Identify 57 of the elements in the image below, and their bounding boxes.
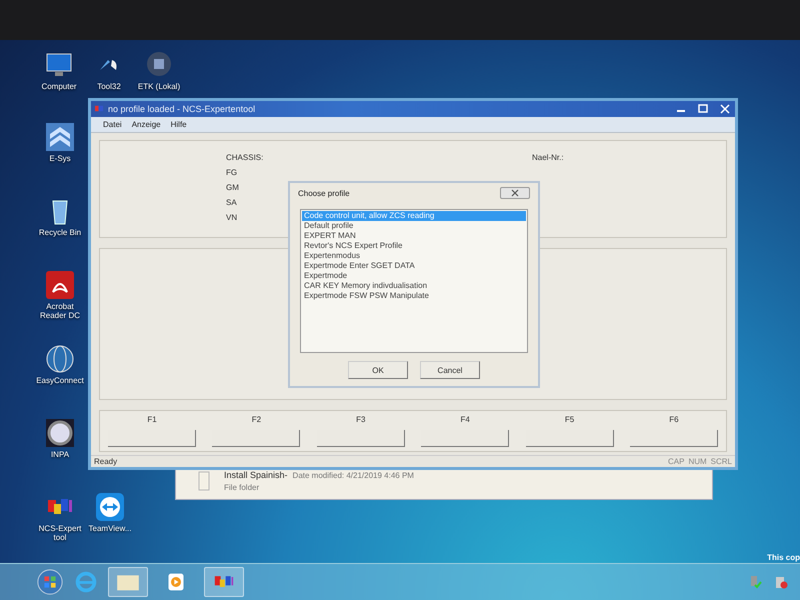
field-label: GM — [226, 182, 239, 192]
close-icon — [510, 189, 520, 197]
round-badge-icon[interactable] — [45, 418, 75, 448]
field-label: FG — [226, 168, 238, 177]
usb-check-icon[interactable] — [748, 575, 762, 589]
profile-item[interactable]: Expertmode Enter SGET DATA — [302, 261, 526, 271]
desktop-icon-label[interactable]: NCS-Expert tool — [36, 524, 84, 542]
dialog-title: Choose profile — [298, 188, 350, 198]
desktop-icon-label[interactable]: TeamView... — [88, 524, 132, 534]
profile-item[interactable]: Expertmode FSW PSW Manipulate — [302, 291, 526, 301]
double-arrow-app-icon[interactable] — [95, 492, 125, 522]
desktop-icon-label[interactable]: Tool32 — [97, 82, 121, 92]
profile-item[interactable]: Default profile — [302, 221, 526, 231]
function-key-label: F3 — [356, 414, 366, 424]
chevron-logo-icon[interactable] — [45, 122, 75, 152]
function-key-label: F4 — [460, 414, 470, 424]
profile-item[interactable]: Expertenmodus — [302, 251, 526, 261]
close-icon[interactable] — [719, 104, 731, 114]
pdf-app-icon[interactable] — [45, 270, 75, 300]
ok-button[interactable]: OK — [348, 361, 408, 379]
cancel-button[interactable]: Cancel — [420, 361, 480, 379]
function-key-label: F2 — [252, 414, 262, 424]
desktop-icon-label[interactable]: E-Sys — [49, 154, 71, 164]
desktop-notice: This cop — [767, 553, 800, 562]
menu-item[interactable]: Hilfe — [166, 120, 191, 129]
desktop-icon-label[interactable]: Computer — [41, 82, 77, 92]
desktop-icon-label[interactable]: EasyConnect — [36, 376, 84, 386]
profile-item[interactable]: EXPERT MAN — [302, 231, 526, 241]
date-modified: Date modified: 4/21/2019 4:46 PM — [292, 471, 414, 480]
desktop-icon-label[interactable]: ETK (Lokal) — [138, 82, 180, 92]
start-orb-icon[interactable] — [36, 568, 64, 596]
field-label: Nael-Nr.: — [532, 152, 564, 164]
profile-item[interactable]: CAR KEY Memory indivdualisation — [302, 281, 526, 291]
field-label: CHASSIS: — [226, 152, 264, 162]
maximize-icon[interactable] — [697, 104, 709, 114]
field-label: SA — [226, 198, 237, 207]
folder-type: File folder — [224, 483, 260, 492]
menu-item[interactable]: Datei — [99, 120, 126, 129]
key-indicator: CAP — [668, 456, 684, 466]
folder-name[interactable]: Install Spainish- — [224, 470, 288, 480]
desktop-icon-label[interactable]: Acrobat Reader DC — [36, 302, 84, 320]
function-key-label: F6 — [669, 414, 679, 424]
desktop-icon-label[interactable]: INPA — [50, 450, 70, 460]
key-indicator: SCRL — [710, 456, 732, 466]
field-label: VN — [226, 212, 238, 222]
taskbar-app-button[interactable] — [204, 567, 244, 597]
function-key-label: F1 — [147, 414, 157, 424]
profile-item[interactable]: Revtor's NCS Expert Profile — [302, 241, 526, 251]
close-button[interactable] — [500, 187, 530, 199]
function-key-label: F5 — [564, 414, 574, 424]
status-text: Ready — [94, 456, 118, 466]
key-indicator: NUM — [688, 456, 707, 466]
app-icon — [95, 104, 104, 114]
window-title: no profile loaded - NCS-Expertentool — [108, 104, 256, 114]
menu-item[interactable]: Anzeige — [128, 120, 165, 129]
desktop-icon-label[interactable]: Recycle Bin — [38, 228, 82, 238]
profile-item[interactable]: Expertmode — [302, 271, 526, 281]
